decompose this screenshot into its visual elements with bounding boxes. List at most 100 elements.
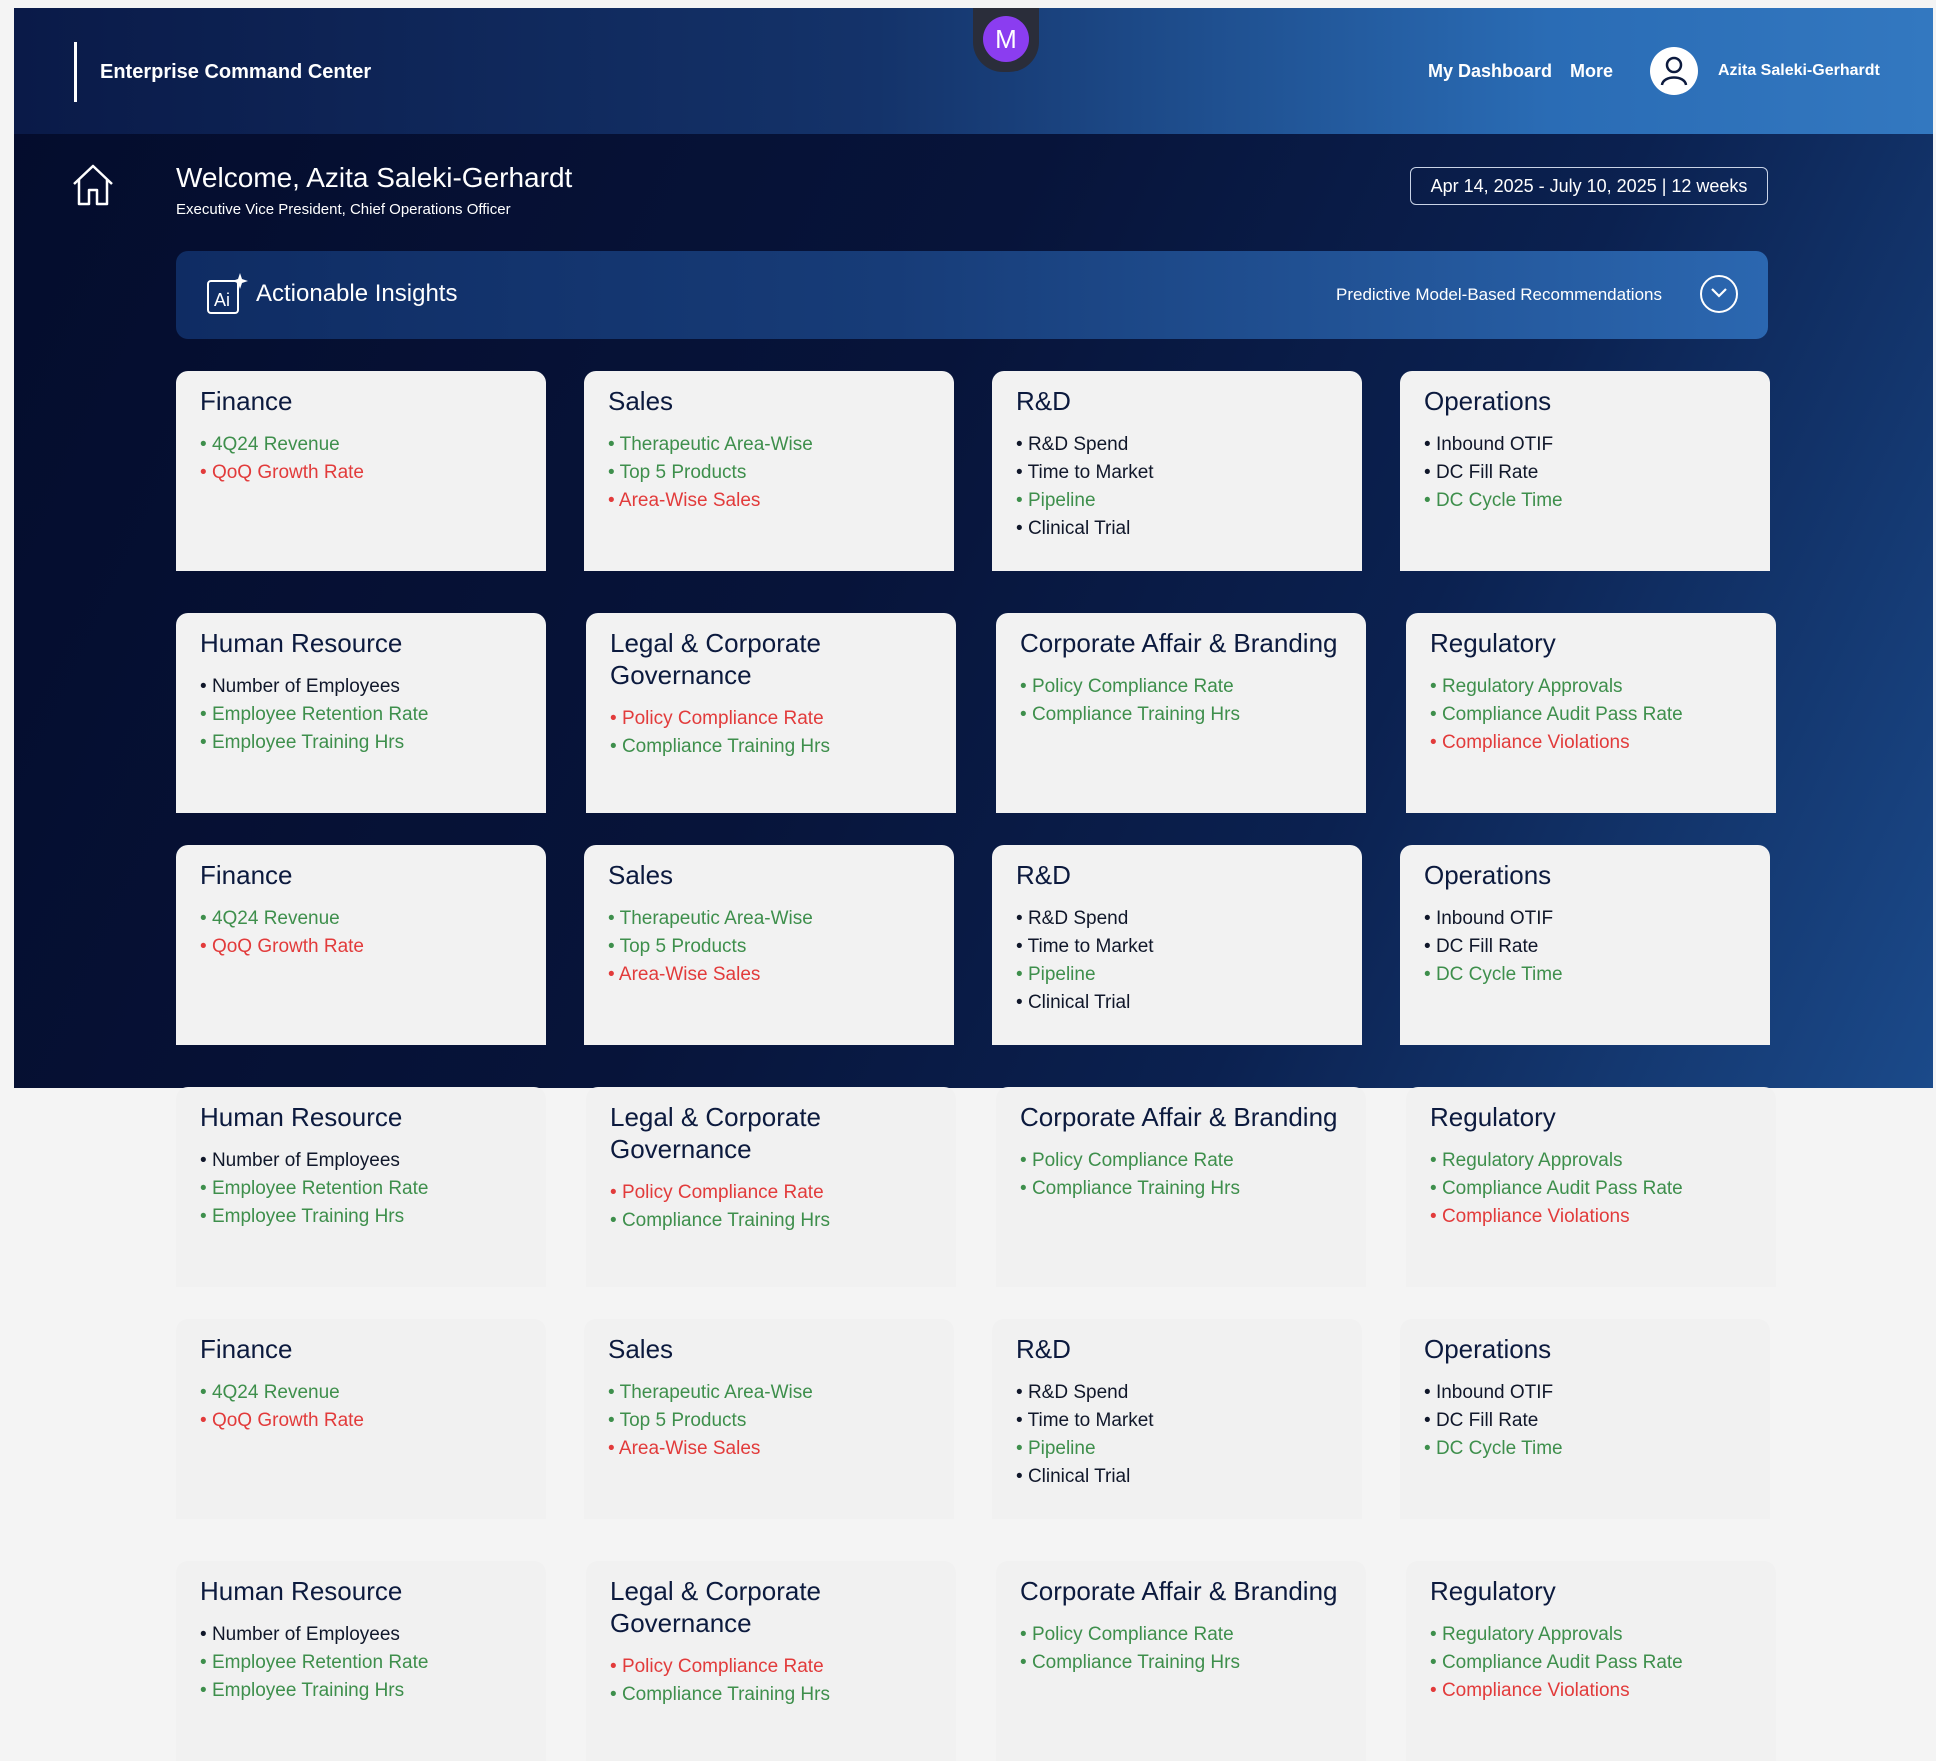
metric-item[interactable]: R&D Spend bbox=[1016, 905, 1338, 933]
metric-item[interactable]: Pipeline bbox=[1016, 961, 1338, 989]
department-card-finance[interactable]: Finance 4Q24 RevenueQoQ Growth Rate bbox=[176, 1319, 546, 1519]
metric-item[interactable]: Therapeutic Area-Wise bbox=[608, 431, 930, 459]
metric-item[interactable]: Inbound OTIF bbox=[1424, 431, 1746, 459]
actionable-insights-bar[interactable]: Ai Actionable Insights Predictive Model-… bbox=[176, 251, 1768, 339]
metric-item[interactable]: Inbound OTIF bbox=[1424, 1379, 1746, 1407]
metric-item[interactable]: R&D Spend bbox=[1016, 1379, 1338, 1407]
metric-item[interactable]: 4Q24 Revenue bbox=[200, 1379, 522, 1407]
metric-item[interactable]: R&D Spend bbox=[1016, 431, 1338, 459]
metric-item[interactable]: Compliance Training Hrs bbox=[610, 1681, 932, 1709]
metric-item[interactable]: QoQ Growth Rate bbox=[200, 1407, 522, 1435]
metric-item[interactable]: Employee Retention Rate bbox=[200, 1175, 522, 1203]
metric-item[interactable]: Policy Compliance Rate bbox=[610, 705, 932, 733]
metric-item[interactable]: Regulatory Approvals bbox=[1430, 1621, 1752, 1649]
metric-item[interactable]: DC Cycle Time bbox=[1424, 1435, 1746, 1463]
metric-item[interactable]: Policy Compliance Rate bbox=[1020, 1147, 1342, 1175]
metric-item[interactable]: DC Cycle Time bbox=[1424, 487, 1746, 515]
department-card-human-resource[interactable]: Human ResourceNumber of EmployeesEmploye… bbox=[176, 1087, 546, 1287]
metric-item[interactable]: Area-Wise Sales bbox=[608, 1435, 930, 1463]
metric-item[interactable]: Area-Wise Sales bbox=[608, 961, 930, 989]
metric-item[interactable]: DC Fill Rate bbox=[1424, 933, 1746, 961]
department-card-corporate-affair-branding[interactable]: Corporate Affair & Branding Policy Compli… bbox=[996, 1087, 1366, 1287]
department-card-legal-corporate-governance[interactable]: Legal & Corporate Governance Policy Compl… bbox=[586, 613, 956, 813]
expand-insights-button[interactable] bbox=[1700, 275, 1738, 313]
metric-item[interactable]: DC Cycle Time bbox=[1424, 961, 1746, 989]
metric-item[interactable]: Compliance Training Hrs bbox=[1020, 701, 1342, 729]
assistant-avatar[interactable]: M bbox=[983, 16, 1029, 62]
metric-item[interactable]: DC Fill Rate bbox=[1424, 1407, 1746, 1435]
metric-item[interactable]: QoQ Growth Rate bbox=[200, 933, 522, 961]
metric-item[interactable]: Inbound OTIF bbox=[1424, 905, 1746, 933]
metric-item[interactable]: Compliance Audit Pass Rate bbox=[1430, 1175, 1752, 1203]
department-card-sales[interactable]: Sales Therapeutic Area-WiseTop 5 Products… bbox=[584, 845, 954, 1045]
metric-item[interactable]: Policy Compliance Rate bbox=[610, 1179, 932, 1207]
nav-more[interactable]: More bbox=[1570, 61, 1613, 82]
department-card-legal-corporate-governance[interactable]: Legal & Corporate Governance Policy Compl… bbox=[586, 1087, 956, 1287]
metric-item[interactable]: 4Q24 Revenue bbox=[200, 431, 522, 459]
department-card-regulatory[interactable]: RegulatoryRegulatory ApprovalsCompliance… bbox=[1406, 1561, 1776, 1761]
metric-item[interactable]: Compliance Audit Pass Rate bbox=[1430, 1649, 1752, 1677]
department-card-operations[interactable]: Operations Inbound OTIFDC Fill RateDC Cyc… bbox=[1400, 845, 1770, 1045]
metric-item[interactable]: Time to Market bbox=[1016, 933, 1338, 961]
metric-item[interactable]: Therapeutic Area-Wise bbox=[608, 1379, 930, 1407]
metric-item[interactable]: Pipeline bbox=[1016, 487, 1338, 515]
metric-item[interactable]: Employee Retention Rate bbox=[200, 701, 522, 729]
metric-item[interactable]: Policy Compliance Rate bbox=[1020, 673, 1342, 701]
assistant-badge[interactable]: M bbox=[973, 8, 1039, 72]
department-card-operations[interactable]: Operations Inbound OTIFDC Fill RateDC Cyc… bbox=[1400, 371, 1770, 571]
metric-item[interactable]: Number of Employees bbox=[200, 1621, 522, 1649]
metric-item[interactable]: Top 5 Products bbox=[608, 1407, 930, 1435]
department-card-legal-corporate-governance[interactable]: Legal & Corporate Governance Policy Compl… bbox=[586, 1561, 956, 1761]
department-card-sales[interactable]: Sales Therapeutic Area-WiseTop 5 Products… bbox=[584, 1319, 954, 1519]
metric-item[interactable]: Clinical Trial bbox=[1016, 1463, 1338, 1491]
metric-item[interactable]: Compliance Violations bbox=[1430, 1677, 1752, 1705]
metric-item[interactable]: Number of Employees bbox=[200, 1147, 522, 1175]
department-card-regulatory[interactable]: RegulatoryRegulatory ApprovalsCompliance… bbox=[1406, 613, 1776, 813]
metric-item[interactable]: Regulatory Approvals bbox=[1430, 1147, 1752, 1175]
metric-item[interactable]: Top 5 Products bbox=[608, 459, 930, 487]
metric-item[interactable]: Time to Market bbox=[1016, 1407, 1338, 1435]
metric-item[interactable]: DC Fill Rate bbox=[1424, 459, 1746, 487]
metric-item[interactable]: Compliance Training Hrs bbox=[610, 733, 932, 761]
metric-item[interactable]: Compliance Training Hrs bbox=[1020, 1175, 1342, 1203]
metric-item[interactable]: Clinical Trial bbox=[1016, 515, 1338, 543]
metric-item[interactable]: Compliance Violations bbox=[1430, 1203, 1752, 1231]
department-card-finance[interactable]: Finance 4Q24 RevenueQoQ Growth Rate bbox=[176, 845, 546, 1045]
metric-item[interactable]: Policy Compliance Rate bbox=[610, 1653, 932, 1681]
metric-item[interactable]: Top 5 Products bbox=[608, 933, 930, 961]
department-card-r-d[interactable]: R&D R&D SpendTime to MarketPipelineClinic… bbox=[992, 1319, 1362, 1519]
metric-item[interactable]: Clinical Trial bbox=[1016, 989, 1338, 1017]
department-card-operations[interactable]: Operations Inbound OTIFDC Fill RateDC Cyc… bbox=[1400, 1319, 1770, 1519]
user-name[interactable]: Azita Saleki-Gerhardt bbox=[1718, 62, 1880, 80]
metric-item[interactable]: Policy Compliance Rate bbox=[1020, 1621, 1342, 1649]
metric-item[interactable]: 4Q24 Revenue bbox=[200, 905, 522, 933]
metric-item[interactable]: Regulatory Approvals bbox=[1430, 673, 1752, 701]
metric-item[interactable]: QoQ Growth Rate bbox=[200, 459, 522, 487]
metric-item[interactable]: Compliance Violations bbox=[1430, 729, 1752, 757]
metric-item[interactable]: Employee Training Hrs bbox=[200, 729, 522, 757]
department-card-r-d[interactable]: R&D R&D SpendTime to MarketPipelineClinic… bbox=[992, 371, 1362, 571]
department-card-r-d[interactable]: R&D R&D SpendTime to MarketPipelineClinic… bbox=[992, 845, 1362, 1045]
date-range-selector[interactable]: Apr 14, 2025 - July 10, 2025 | 12 weeks bbox=[1410, 167, 1768, 205]
metric-item[interactable]: Therapeutic Area-Wise bbox=[608, 905, 930, 933]
user-avatar[interactable] bbox=[1650, 47, 1698, 95]
department-card-corporate-affair-branding[interactable]: Corporate Affair & Branding Policy Compli… bbox=[996, 613, 1366, 813]
home-icon[interactable] bbox=[70, 162, 116, 208]
department-card-human-resource[interactable]: Human ResourceNumber of EmployeesEmploye… bbox=[176, 613, 546, 813]
metric-item[interactable]: Compliance Audit Pass Rate bbox=[1430, 701, 1752, 729]
department-card-sales[interactable]: Sales Therapeutic Area-WiseTop 5 Products… bbox=[584, 371, 954, 571]
metric-item[interactable]: Employee Training Hrs bbox=[200, 1677, 522, 1705]
department-card-regulatory[interactable]: RegulatoryRegulatory ApprovalsCompliance… bbox=[1406, 1087, 1776, 1287]
metric-item[interactable]: Compliance Training Hrs bbox=[1020, 1649, 1342, 1677]
metric-item[interactable]: Employee Retention Rate bbox=[200, 1649, 522, 1677]
department-card-finance[interactable]: Finance 4Q24 RevenueQoQ Growth Rate bbox=[176, 371, 546, 571]
department-card-corporate-affair-branding[interactable]: Corporate Affair & Branding Policy Compli… bbox=[996, 1561, 1366, 1761]
metric-item[interactable]: Time to Market bbox=[1016, 459, 1338, 487]
metric-item[interactable]: Number of Employees bbox=[200, 673, 522, 701]
metric-item[interactable]: Pipeline bbox=[1016, 1435, 1338, 1463]
metric-item[interactable]: Compliance Training Hrs bbox=[610, 1207, 932, 1235]
department-card-human-resource[interactable]: Human ResourceNumber of EmployeesEmploye… bbox=[176, 1561, 546, 1761]
nav-my-dashboard[interactable]: My Dashboard bbox=[1428, 61, 1552, 82]
metric-item[interactable]: Employee Training Hrs bbox=[200, 1203, 522, 1231]
metric-item[interactable]: Area-Wise Sales bbox=[608, 487, 930, 515]
